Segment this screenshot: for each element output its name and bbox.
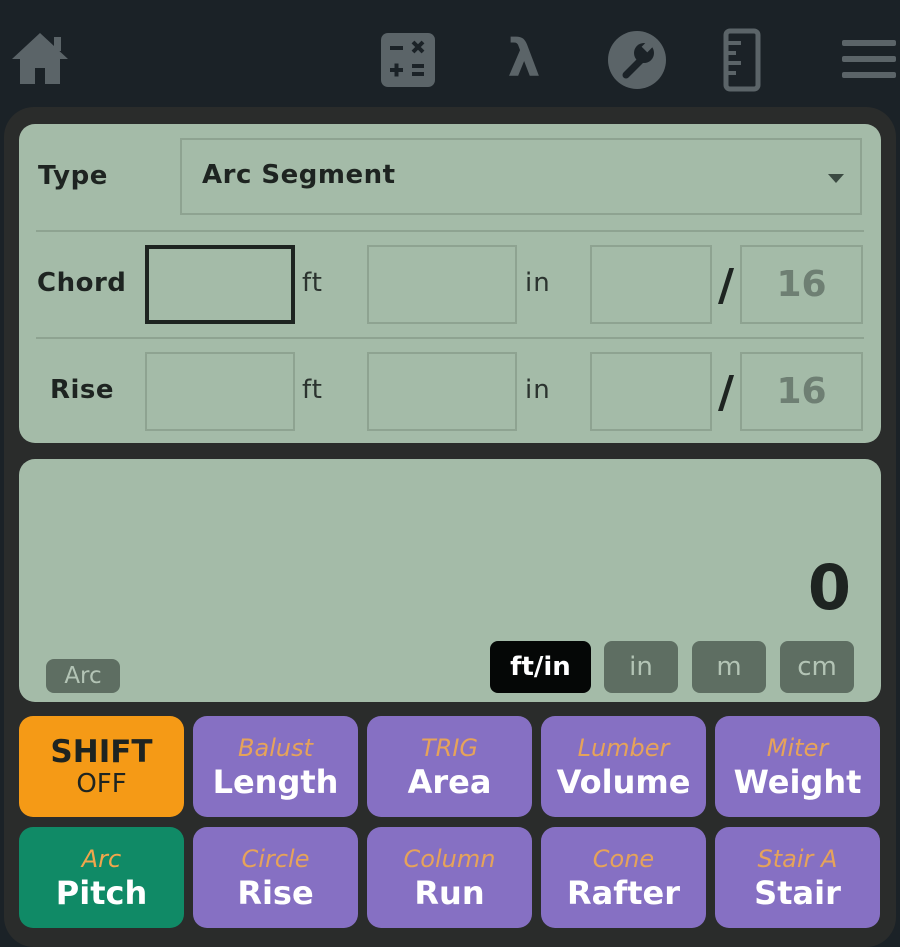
run-key-primary: Run: [414, 873, 485, 912]
unit-in-button[interactable]: in: [604, 641, 678, 693]
type-select-value: Arc Segment: [202, 160, 396, 190]
rise-key-primary: Rise: [237, 873, 314, 912]
divider: [36, 230, 864, 232]
shift-key-state: OFF: [76, 768, 127, 799]
rafter-key-secondary: Cone: [592, 844, 655, 873]
area-key[interactable]: TRIG Area: [367, 716, 532, 817]
divider: [36, 337, 864, 339]
rise-feet-unit: ft: [302, 375, 323, 405]
chord-inches-input[interactable]: [367, 245, 517, 324]
rise-label: Rise: [50, 375, 115, 405]
chord-feet-unit: ft: [302, 268, 323, 298]
chord-fraction-slash: /: [718, 260, 735, 311]
rafter-key[interactable]: Cone Rafter: [541, 827, 706, 928]
run-key-secondary: Column: [403, 844, 496, 873]
lambda-icon[interactable]: λ: [497, 30, 551, 88]
result-display: 0 Arc ft/in in m cm: [19, 459, 881, 702]
result-value: 0: [807, 551, 851, 624]
type-select[interactable]: Arc Segment: [180, 138, 862, 215]
pitch-key[interactable]: Arc Pitch: [19, 827, 184, 928]
length-key[interactable]: Balust Length: [193, 716, 358, 817]
volume-key-primary: Volume: [556, 762, 691, 801]
top-toolbar: λ: [0, 0, 900, 120]
rafter-key-primary: Rafter: [567, 873, 680, 912]
length-key-primary: Length: [212, 762, 339, 801]
weight-key[interactable]: Miter Weight: [715, 716, 880, 817]
rise-denominator-input[interactable]: 16: [740, 352, 863, 431]
pitch-key-primary: Pitch: [55, 873, 148, 912]
rise-numerator-input[interactable]: [590, 352, 712, 431]
chord-numerator-input[interactable]: [590, 245, 712, 324]
wrench-icon[interactable]: [607, 30, 667, 90]
weight-key-secondary: Miter: [766, 733, 829, 762]
home-icon[interactable]: [10, 30, 70, 86]
calculator-icon[interactable]: [381, 33, 435, 87]
rise-key-secondary: Circle: [241, 844, 310, 873]
type-label: Type: [38, 161, 108, 191]
run-key[interactable]: Column Run: [367, 827, 532, 928]
pitch-key-secondary: Arc: [81, 844, 122, 873]
chevron-down-icon: [828, 174, 844, 183]
lambda-glyph: λ: [507, 29, 541, 89]
unit-ftin-button[interactable]: ft/in: [490, 641, 591, 693]
chord-inches-unit: in: [525, 268, 551, 298]
volume-key[interactable]: Lumber Volume: [541, 716, 706, 817]
weight-key-primary: Weight: [733, 762, 862, 801]
shift-key[interactable]: SHIFT OFF: [19, 716, 184, 817]
rise-inches-input[interactable]: [367, 352, 517, 431]
length-key-secondary: Balust: [238, 733, 313, 762]
rise-fraction-slash: /: [718, 367, 735, 418]
rise-key[interactable]: Circle Rise: [193, 827, 358, 928]
stair-key[interactable]: Stair A Stair: [715, 827, 880, 928]
area-key-primary: Area: [407, 762, 492, 801]
chord-label: Chord: [37, 268, 127, 298]
ruler-icon[interactable]: [723, 28, 761, 92]
rise-inches-unit: in: [525, 375, 551, 405]
stair-key-primary: Stair: [754, 873, 841, 912]
menu-icon[interactable]: [842, 40, 896, 78]
unit-m-button[interactable]: m: [692, 641, 766, 693]
chord-denominator-input[interactable]: 16: [740, 245, 863, 324]
area-key-secondary: TRIG: [420, 733, 478, 762]
shift-key-label: SHIFT: [50, 733, 153, 770]
unit-cm-button[interactable]: cm: [780, 641, 854, 693]
chord-feet-input[interactable]: [145, 245, 295, 324]
stair-key-secondary: Stair A: [757, 844, 838, 873]
mode-tag: Arc: [46, 659, 120, 693]
volume-key-secondary: Lumber: [577, 733, 670, 762]
rise-feet-input[interactable]: [145, 352, 295, 431]
